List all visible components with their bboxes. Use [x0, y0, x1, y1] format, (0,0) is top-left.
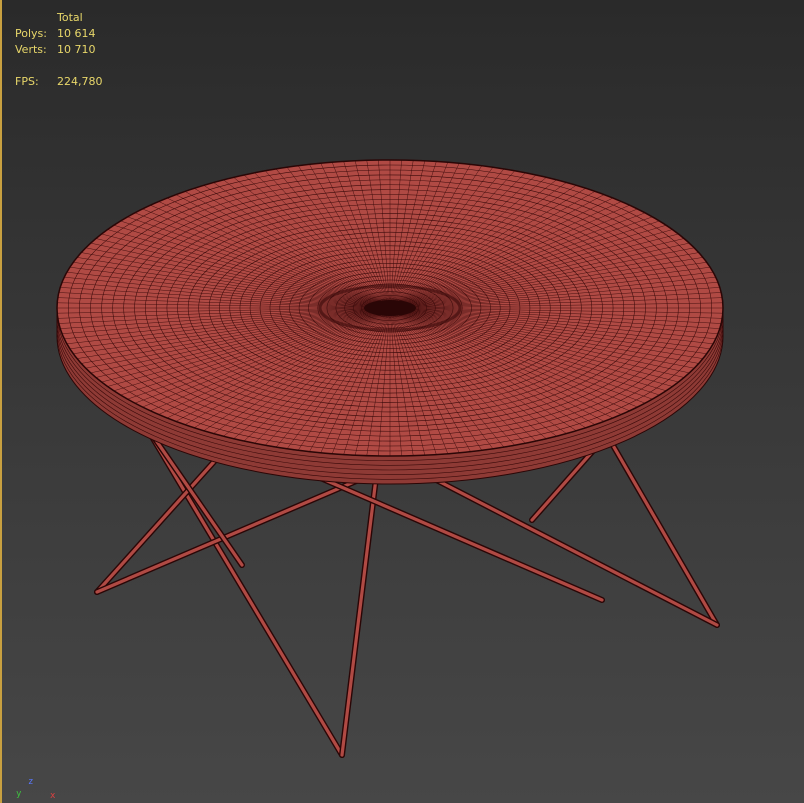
- table-wireframe-model[interactable]: [2, 0, 804, 803]
- axis-z-label: z: [28, 777, 34, 787]
- axis-y-label: y: [16, 789, 22, 799]
- axis-gizmo: z y x: [16, 777, 56, 801]
- axis-x-label: x: [50, 791, 56, 801]
- perspective-viewport[interactable]: Total Polys: 10 614 Verts: 10 710 FPS: 2…: [0, 0, 804, 803]
